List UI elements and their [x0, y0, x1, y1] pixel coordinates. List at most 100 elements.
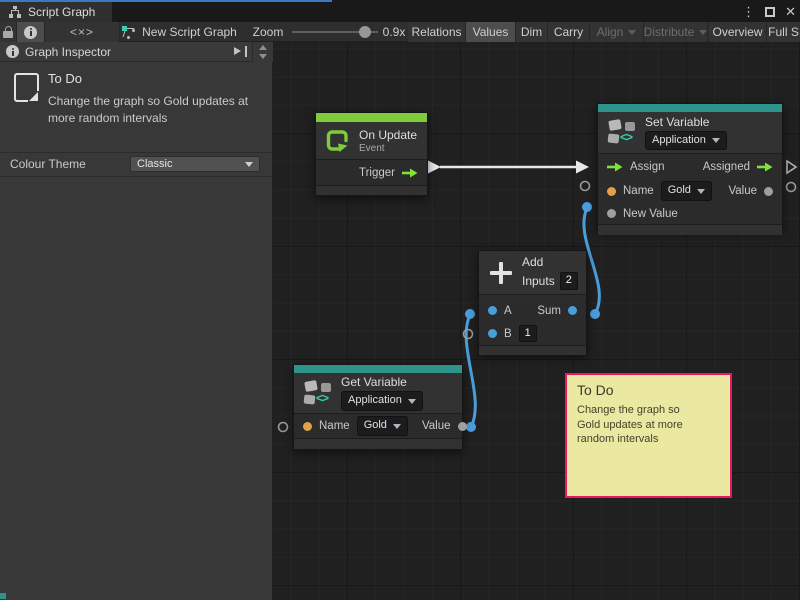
number-port-icon[interactable] [568, 306, 577, 315]
variable-scope-dropdown[interactable]: Application [341, 391, 423, 410]
node-set-variable[interactable]: <> Set Variable Application Assign Assig… [597, 103, 783, 231]
add-b-input-port[interactable] [464, 330, 473, 339]
a-sum-row[interactable]: A Sum [479, 299, 586, 322]
name-value-row[interactable]: Name Gold Value [294, 414, 462, 438]
flow-arrow-icon [757, 162, 773, 172]
scroll-down-icon [259, 54, 267, 59]
chevron-down-icon [697, 189, 705, 194]
name-label: Name [623, 185, 654, 197]
zoom-slider[interactable] [292, 22, 378, 42]
graph-canvas[interactable]: On Update Event Trigger <> Set Variable [273, 42, 800, 600]
code-icon: <×> [70, 25, 94, 39]
zoom-value: 0.9x [380, 22, 408, 42]
breakpoints-button[interactable]: <×> [45, 22, 120, 42]
node-title: Get Variable [341, 375, 423, 389]
variable-scope-dropdown[interactable]: Application [645, 131, 727, 150]
node-footer [479, 345, 586, 355]
inspector-toggle-button[interactable] [17, 22, 45, 42]
sticky-note[interactable]: To Do Change the graph so Gold updates a… [565, 373, 732, 498]
new-script-graph-button[interactable]: New Script Graph [120, 22, 238, 42]
new-value-label: New Value [623, 208, 678, 220]
node-get-variable[interactable]: <> Get Variable Application Name Gold Va… [293, 364, 463, 450]
variable-name-dropdown[interactable]: Gold [661, 181, 712, 200]
node-subtitle: Event [359, 143, 417, 154]
number-port-icon[interactable] [488, 329, 497, 338]
window-menu-icon[interactable]: ⋮ [742, 4, 755, 20]
object-port-icon[interactable] [764, 187, 773, 196]
variable-accent-bar [294, 365, 462, 373]
graph-note-description: Change the graph so Gold updates at more… [48, 93, 266, 127]
string-port-icon[interactable] [303, 422, 312, 431]
sticky-note-body: Change the graph so Gold updates at more… [577, 403, 699, 447]
maximize-icon[interactable] [765, 7, 775, 17]
values-button[interactable]: Values [466, 22, 516, 42]
variable-name-dropdown[interactable]: Gold [357, 416, 408, 435]
node-header: <> Set Variable Application [598, 112, 782, 154]
assigned-output-port[interactable] [787, 161, 796, 173]
scroll-up-icon [259, 45, 267, 50]
trigger-row[interactable]: Trigger [316, 160, 427, 185]
trigger-output-port[interactable] [428, 161, 441, 174]
set-name-input-port[interactable] [581, 182, 590, 191]
sticky-note-icon [14, 73, 39, 102]
colour-theme-select[interactable]: Classic [130, 156, 260, 172]
inputs-count-field[interactable]: 2 [560, 272, 578, 289]
node-add[interactable]: Add Inputs 2 A Sum B 1 [478, 250, 587, 355]
variable-accent-bar [598, 104, 782, 112]
object-port-icon[interactable] [607, 209, 616, 218]
variables-icon: <> [607, 119, 637, 146]
sticky-note-title: To Do [577, 382, 720, 398]
set-newvalue-input-port[interactable] [582, 202, 592, 212]
object-port-icon[interactable] [458, 422, 467, 431]
b-row[interactable]: B 1 [479, 322, 586, 345]
add-a-input-port[interactable] [465, 309, 475, 319]
chevron-down-icon [628, 30, 636, 35]
distribute-dropdown[interactable]: Distribute [644, 22, 708, 42]
info-icon [6, 45, 19, 58]
relations-button[interactable]: Relations [408, 22, 466, 42]
get-value-output-port[interactable] [466, 422, 476, 432]
string-port-icon[interactable] [607, 187, 616, 196]
node-title: Add [522, 255, 578, 269]
sum-label: Sum [537, 305, 561, 317]
flow-arrow-icon [402, 168, 418, 178]
panel-scroll-spinner[interactable] [252, 42, 273, 62]
script-graph-window: Script Graph ⋮ ✕ <×> New Script Graph Zo… [0, 0, 800, 600]
name-row[interactable]: Name Gold Value [598, 179, 782, 203]
lock-icon [3, 26, 13, 38]
get-name-input-port[interactable] [279, 423, 288, 432]
carry-button[interactable]: Carry [548, 22, 590, 42]
lock-button[interactable] [0, 22, 17, 42]
tab-script-graph[interactable]: Script Graph [0, 2, 112, 22]
node-title: On Update [359, 128, 417, 142]
panel-toggle-icon[interactable] [234, 46, 247, 57]
node-on-update[interactable]: On Update Event Trigger [315, 112, 428, 196]
overview-button[interactable]: Overview [709, 22, 767, 42]
tab-title: Script Graph [28, 5, 95, 19]
a-label: A [504, 305, 512, 317]
script-graph-icon [121, 25, 135, 39]
on-update-icon [324, 127, 351, 154]
number-port-icon[interactable] [488, 306, 497, 315]
node-header: On Update Event [316, 122, 427, 160]
dim-button[interactable]: Dim [516, 22, 548, 42]
assign-row[interactable]: Assign Assigned [598, 154, 782, 179]
add-icon [488, 260, 514, 286]
align-dropdown[interactable]: Align [590, 22, 644, 42]
value-wire-get-to-add[interactable] [466, 315, 475, 427]
zoom-slider-handle[interactable] [359, 26, 371, 38]
graph-note-title: To Do [48, 71, 82, 86]
chevron-down-icon [393, 424, 401, 429]
flow-arrow-icon [607, 162, 623, 172]
add-sum-output-port[interactable] [590, 309, 600, 319]
graph-inspector-header: Graph Inspector [0, 42, 273, 62]
new-value-row[interactable]: New Value [598, 203, 782, 224]
set-value-output-port[interactable] [787, 183, 796, 192]
b-value-field[interactable]: 1 [519, 325, 537, 342]
fullscreen-button[interactable]: Full S [767, 22, 800, 42]
graph-summary-block: To Do Change the graph so Gold updates a… [0, 63, 273, 151]
colour-theme-label: Colour Theme [10, 157, 86, 171]
node-footer [294, 438, 462, 449]
assign-input-port[interactable] [576, 161, 589, 174]
close-icon[interactable]: ✕ [785, 4, 796, 20]
